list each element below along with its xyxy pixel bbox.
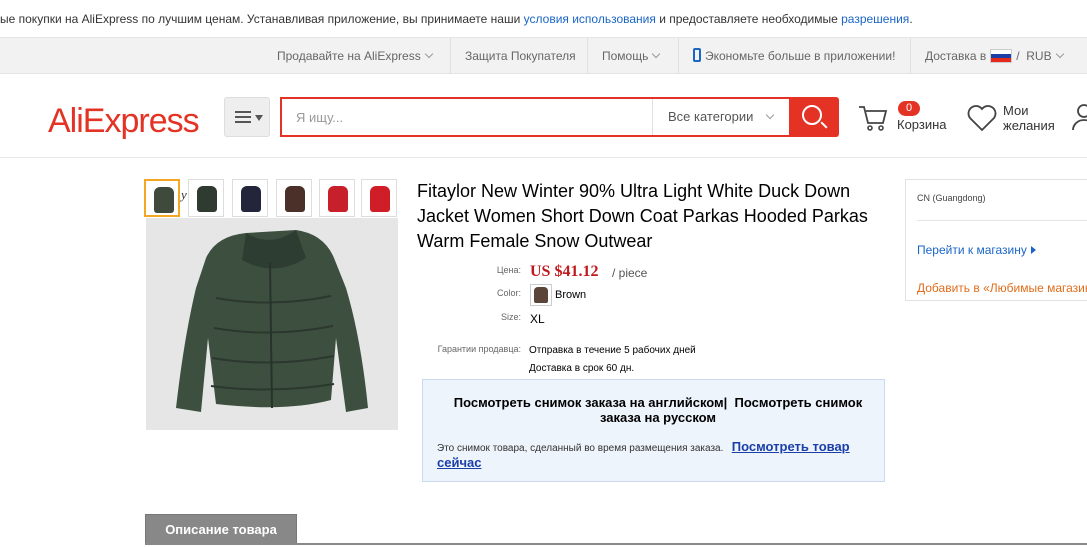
app-promo-label: Экономьте больше в приложении!: [705, 49, 896, 63]
tab-product-description[interactable]: Описание товара: [145, 514, 297, 544]
price-label: Цена:: [496, 265, 521, 275]
cart-label: Корзина: [897, 117, 947, 132]
product-thumbnail[interactable]: [232, 179, 268, 217]
notice-text-middle: и предоставляете необходимые: [655, 12, 842, 26]
sell-on-aliexpress-menu[interactable]: Продавайте на AliExpress: [263, 38, 446, 74]
jacket-thumbnail-icon: [154, 187, 174, 213]
app-promo-link[interactable]: Экономьте больше в приложении!: [678, 38, 909, 74]
caret-down-icon: [255, 115, 263, 121]
order-snapshot-box: Посмотреть снимок заказа на английском| …: [422, 379, 885, 482]
wishlist-label: Мои желания: [1003, 103, 1063, 133]
cart-link[interactable]: 0 Корзина: [858, 100, 958, 140]
snapshot-links: Посмотреть снимок заказа на английском| …: [453, 395, 863, 425]
wishlist-label-line2: желания: [1003, 118, 1055, 133]
size-value: XL: [530, 312, 545, 326]
snapshot-note-text: Это снимок товара, сделанный во время ра…: [437, 443, 724, 454]
size-label: Size:: [500, 312, 521, 322]
search-box: Все категории: [280, 97, 790, 137]
hamburger-icon: [235, 111, 251, 123]
currency-separator: /: [1016, 49, 1020, 63]
chevron-down-icon: [424, 49, 433, 59]
product-title: Fitaylor New Winter 90% Ultra Light Whit…: [417, 181, 868, 251]
delivery-label: Доставка в: [925, 49, 987, 63]
wishlist-label-line1: Мои: [1003, 103, 1029, 118]
aliexpress-logo[interactable]: AliExpress: [48, 102, 200, 141]
product-thumbnail[interactable]: [319, 179, 355, 217]
view-snapshot-english-link[interactable]: Посмотреть снимок заказа на английском: [454, 395, 724, 410]
seller-info-box: CN (Guangdong) Перейти к магазину Добави…: [905, 179, 1087, 301]
permissions-link[interactable]: разрешения: [841, 12, 909, 26]
guarantee-delivery: Доставка в срок 60 дн.: [529, 363, 635, 374]
sell-label: Продавайте на AliExpress: [277, 49, 421, 63]
snapshot-separator: |: [723, 395, 728, 410]
buyer-protection-link[interactable]: Защита Покупателя: [450, 38, 590, 74]
notice-text-end: .: [909, 12, 913, 26]
category-select-value: Все категории: [668, 109, 754, 124]
product-main-image[interactable]: [146, 218, 398, 430]
snapshot-note: Это снимок товара, сделанный во время ра…: [437, 440, 877, 472]
jacket-image: [146, 218, 398, 430]
russia-flag-icon: [990, 49, 1013, 63]
heart-icon: [967, 105, 997, 132]
seller-guarantee-label: Гарантии продавца:: [437, 344, 521, 354]
go-to-store-link[interactable]: Перейти к магазину: [917, 243, 1036, 257]
seller-location: CN (Guangdong): [917, 193, 986, 203]
product-thumbnail[interactable]: [361, 179, 397, 217]
phone-icon: [693, 48, 701, 62]
thumb-caption: y: [181, 187, 187, 202]
jacket-thumbnail-icon: [370, 186, 390, 212]
search-icon: [802, 105, 822, 125]
jacket-thumbnail-icon: [197, 186, 217, 212]
product-thumbnail[interactable]: [276, 179, 312, 217]
add-to-favorite-stores-link[interactable]: Добавить в «Любимые магазины»: [917, 281, 1087, 295]
currency-label: RUB: [1026, 49, 1052, 63]
jacket-thumbnail-icon: [328, 186, 348, 212]
search-button[interactable]: [789, 97, 839, 137]
product-price: US $41.12: [530, 263, 599, 280]
categories-menu-button[interactable]: [224, 97, 270, 137]
guarantee-dispatch: Отправка в течение 5 рабочих дней: [529, 345, 696, 356]
chevron-down-icon: [652, 49, 661, 59]
notice-text: ые покупки на AliExpress по лучшим ценам…: [0, 12, 524, 26]
price-unit: / piece: [612, 266, 648, 280]
category-select[interactable]: Все категории: [652, 99, 790, 135]
chevron-down-icon: [766, 110, 775, 120]
divider: [917, 220, 1087, 221]
help-label: Помощь: [602, 49, 649, 63]
wishlist-link[interactable]: Мои желания: [966, 100, 1066, 140]
color-value: Brown: [555, 289, 587, 301]
jacket-thumbnail-icon: [241, 186, 261, 212]
account-icon[interactable]: [1072, 103, 1087, 131]
caret-right-icon: [1030, 246, 1036, 254]
search-input[interactable]: [282, 99, 650, 135]
color-label: Color:: [496, 288, 521, 298]
chevron-down-icon: [1055, 49, 1064, 59]
app-install-notice: ые покупки на AliExpress по лучшим ценам…: [0, 0, 1087, 38]
product-thumbnail[interactable]: [144, 179, 180, 217]
go-to-store-label: Перейти к магазину: [917, 243, 1027, 257]
product-thumbnail[interactable]: [188, 179, 224, 217]
buyer-protection-label: Защита Покупателя: [465, 49, 576, 63]
terms-link[interactable]: условия использования: [524, 12, 656, 26]
jacket-thumbnail-icon: [285, 186, 305, 212]
cart-count-badge: 0: [898, 101, 920, 116]
tab-underline: [145, 543, 1087, 545]
top-navigation: Продавайте на AliExpress Защита Покупате…: [0, 38, 1087, 74]
site-header: AliExpress Все категории 0 Корзина Моиже…: [0, 74, 1087, 158]
color-swatch-brown[interactable]: [530, 284, 552, 306]
help-menu[interactable]: Помощь: [587, 38, 673, 74]
cart-icon: [859, 106, 888, 131]
delivery-currency-menu[interactable]: Доставка в / RUB: [910, 38, 1077, 74]
jacket-swatch-icon: [534, 287, 548, 303]
